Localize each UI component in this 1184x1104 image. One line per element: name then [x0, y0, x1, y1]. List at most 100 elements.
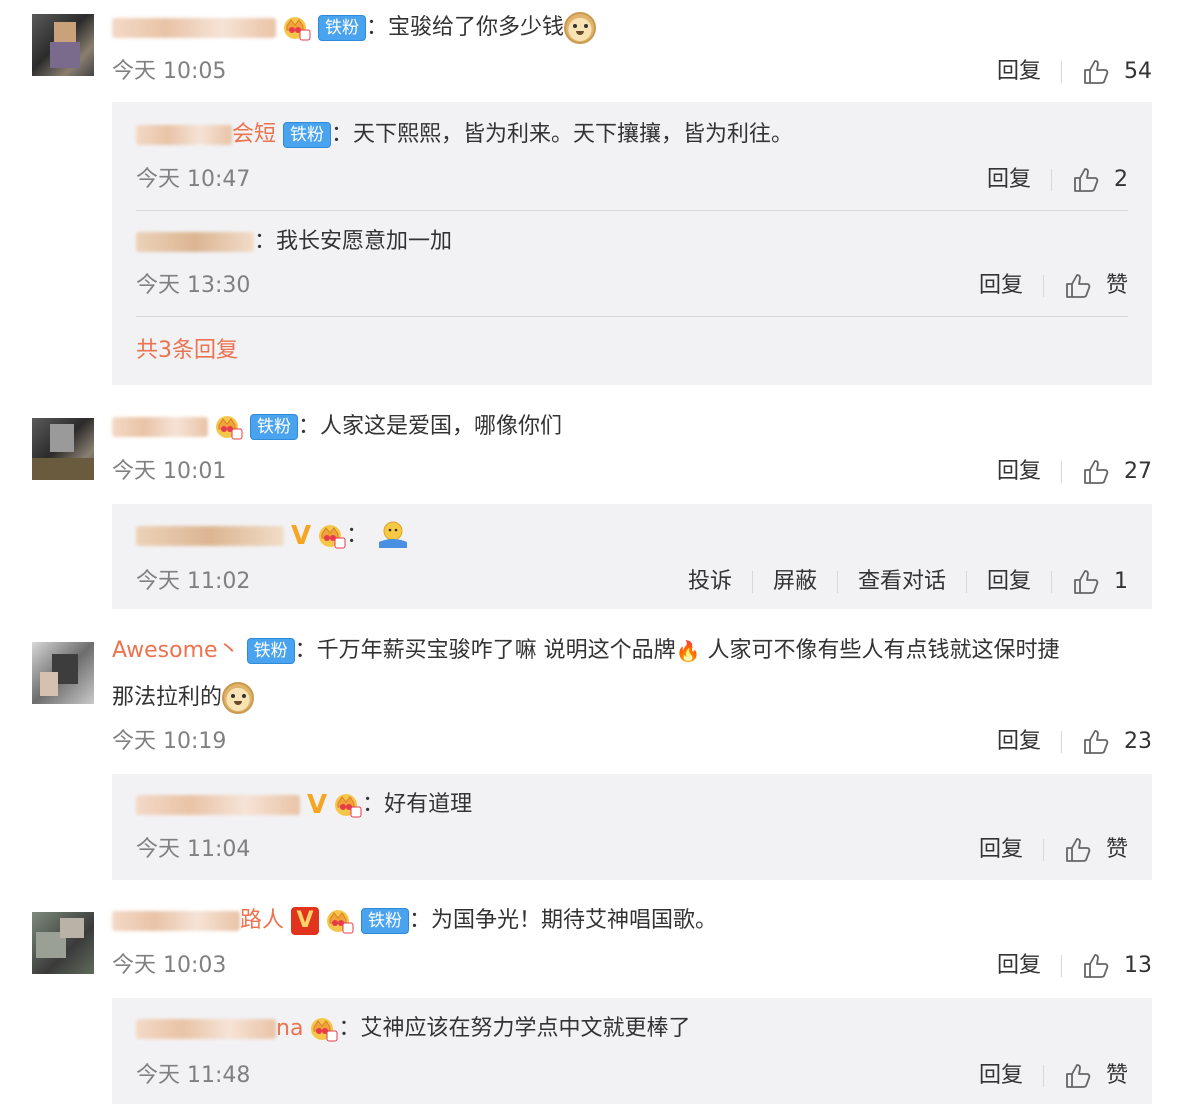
verified-v-icon: V — [291, 907, 320, 935]
timestamp: 今天 11:48 — [136, 1063, 251, 1088]
like-button[interactable]: 赞 — [1064, 835, 1128, 865]
like-button[interactable]: 54 — [1082, 57, 1152, 87]
reply-list: 会短 铁粉 ：天下熙熙，皆为利来。天下攘攘，皆为利往。 今天 10:47 回复 2… — [112, 102, 1152, 385]
like-label: 赞 — [1105, 837, 1128, 862]
thumbs-up-icon — [1064, 1062, 1092, 1090]
reply-text: ：好有道理 — [362, 792, 473, 817]
avatar[interactable] — [32, 418, 94, 480]
avatar[interactable] — [32, 642, 94, 704]
like-button[interactable]: 1 — [1072, 567, 1128, 597]
reply-button[interactable]: 回复 — [997, 457, 1041, 487]
like-label: 赞 — [1105, 1063, 1128, 1088]
reply-button[interactable]: 回复 — [979, 271, 1023, 301]
like-button[interactable]: 赞 — [1064, 1061, 1128, 1091]
comment-text: ：宝骏给了你多少钱 — [366, 15, 565, 40]
timestamp: 今天 10:19 — [112, 729, 227, 754]
reply-list: V ：好有道理 今天 11:04 回复 赞 — [112, 774, 1152, 880]
reply-button[interactable]: 回复 — [997, 727, 1041, 757]
timestamp: 今天 10:03 — [112, 953, 227, 978]
reply-button[interactable]: 回复 — [987, 165, 1031, 195]
reply-divider — [136, 316, 1128, 317]
divider — [1061, 731, 1062, 753]
comment-text-line: Awesome丶 铁粉 ：千万年薪买宝骏咋了嘛 说明这个品牌🔥 人家可不像有些人有… — [112, 636, 1059, 666]
reply-username[interactable]: na — [276, 1016, 303, 1041]
comment-text-line: 那法拉利的 — [112, 682, 255, 714]
view-conversation-button[interactable]: 查看对话 — [858, 567, 946, 597]
crown-badge-icon — [334, 792, 362, 818]
reply-text: ：艾神应该在努力学点中文就更棒了 — [338, 1016, 691, 1041]
username-redacted[interactable] — [112, 417, 208, 437]
like-button[interactable]: 13 — [1082, 951, 1152, 981]
reply-text-line: 会短 铁粉 ：天下熙熙，皆为利来。天下攘攘，皆为利往。 — [136, 120, 793, 150]
comment-text-line: 铁粉 ：人家这是爱国，哪像你们 — [112, 412, 562, 442]
divider — [1051, 571, 1052, 593]
fan-badge: 铁粉 — [250, 414, 298, 440]
reply-list: na ：艾神应该在努力学点中文就更棒了 今天 11:48 回复 赞 — [112, 998, 1152, 1104]
like-count: 54 — [1124, 59, 1152, 84]
username-redacted[interactable] — [112, 18, 276, 38]
fan-badge: 铁粉 — [283, 122, 332, 148]
reply-button[interactable]: 回复 — [997, 57, 1041, 87]
reply-username[interactable]: 会短 — [232, 122, 276, 147]
username-redacted[interactable] — [136, 1019, 276, 1039]
like-button[interactable]: 23 — [1082, 727, 1152, 757]
thumbs-up-icon — [1082, 952, 1110, 980]
more-replies-link[interactable]: 共3条回复 — [136, 336, 238, 366]
reply-meta: 今天 10:47 回复 2 — [136, 165, 1128, 195]
comment-username[interactable]: Awesome丶 — [112, 638, 240, 663]
reply-button[interactable]: 回复 — [987, 567, 1031, 597]
divider — [1042, 275, 1044, 297]
verified-v-icon: V — [307, 790, 328, 820]
reply-meta: 今天 11:02 投诉 屏蔽 查看对话 回复 1 — [136, 567, 1128, 597]
hug-emoji-icon — [375, 520, 411, 552]
thumbs-up-icon — [1064, 272, 1092, 300]
comment-meta: 今天 10:05 回复 54 — [112, 57, 1152, 87]
comment-text-line2: 那法拉利的 — [112, 685, 223, 710]
reply-meta: 今天 13:30 回复 赞 — [136, 271, 1128, 301]
reply-divider — [136, 210, 1128, 211]
reply-button[interactable]: 回复 — [979, 1061, 1023, 1091]
comment-meta: 今天 10:01 回复 27 — [112, 457, 1152, 487]
report-button[interactable]: 投诉 — [688, 567, 732, 597]
like-button[interactable]: 赞 — [1064, 271, 1128, 301]
username-redacted[interactable] — [136, 795, 300, 815]
block-button[interactable]: 屏蔽 — [773, 567, 817, 597]
crown-badge-icon — [215, 414, 243, 440]
timestamp: 今天 10:01 — [112, 459, 227, 484]
username-redacted[interactable] — [136, 526, 284, 546]
divider — [1061, 461, 1062, 483]
comment-text-line: 铁粉 ：宝骏给了你多少钱 — [112, 12, 597, 44]
like-count: 13 — [1124, 953, 1152, 978]
reply-text-line: na ：艾神应该在努力学点中文就更棒了 — [136, 1014, 690, 1044]
timestamp: 今天 11:04 — [136, 837, 251, 862]
username-redacted[interactable] — [136, 125, 232, 145]
divider — [1061, 955, 1062, 977]
divider — [1061, 61, 1062, 83]
like-count: 27 — [1124, 459, 1152, 484]
thumbs-up-icon — [1072, 568, 1100, 596]
comment-username[interactable]: 路人 — [240, 908, 284, 933]
fan-badge: 铁粉 — [361, 908, 410, 934]
reply-button[interactable]: 回复 — [979, 835, 1023, 865]
thumbs-up-icon — [1072, 166, 1100, 194]
like-button[interactable]: 2 — [1072, 165, 1128, 195]
username-redacted[interactable] — [136, 232, 254, 252]
reply-meta: 今天 11:48 回复 赞 — [136, 1061, 1128, 1091]
comment-meta: 今天 10:19 回复 23 — [112, 727, 1152, 757]
divider — [1042, 1065, 1044, 1087]
like-label: 赞 — [1105, 273, 1128, 298]
comment-text: ：千万年薪买宝骏咋了嘛 说明这个品牌 — [294, 638, 676, 663]
divider — [836, 571, 838, 593]
reply-button[interactable]: 回复 — [997, 951, 1041, 981]
username-redacted[interactable] — [112, 911, 240, 931]
timestamp: 今天 10:47 — [136, 167, 251, 192]
avatar[interactable] — [32, 14, 94, 76]
crown-badge-icon — [326, 908, 354, 934]
avatar[interactable] — [32, 912, 94, 974]
reply-list: V ： 今天 11:02 投诉 屏蔽 查看对话 回复 1 — [112, 504, 1152, 609]
like-count: 2 — [1114, 167, 1128, 192]
fire-emoji-icon: 🔥 — [675, 639, 701, 663]
fan-badge: 铁粉 — [246, 638, 295, 664]
like-button[interactable]: 27 — [1082, 457, 1152, 487]
reply-text-line: ：我长安愿意加一加 — [136, 227, 452, 257]
